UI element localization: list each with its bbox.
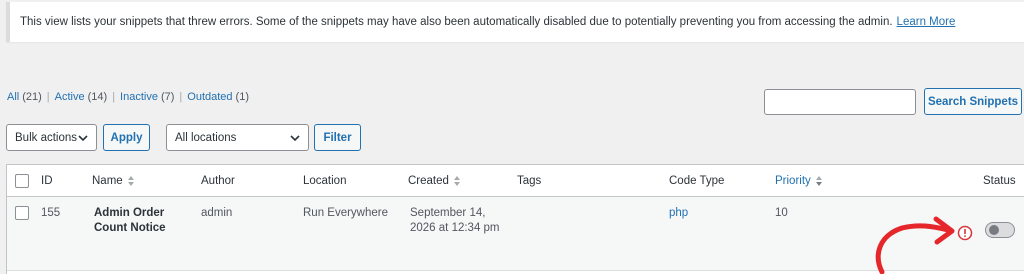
col-status: Status <box>983 175 1016 187</box>
bulk-actions-value: Bulk actions <box>15 131 78 144</box>
apply-button[interactable]: Apply <box>103 124 150 151</box>
chevron-down-icon <box>78 134 88 141</box>
row-location: Run Everywhere <box>303 207 389 219</box>
filter-inactive-count: (7) <box>160 91 175 103</box>
col-code-type: Code Type <box>669 175 725 187</box>
pointer-arrow-icon <box>875 216 955 274</box>
separator: | <box>46 91 50 103</box>
col-name[interactable]: Name <box>92 175 135 187</box>
row-name-line1: Admin Order <box>94 207 165 219</box>
learn-more-link[interactable]: Learn More <box>897 16 956 28</box>
row-checkbox[interactable] <box>15 206 29 220</box>
table-header: ID Name Author Location Created Tags Cod… <box>7 165 1024 197</box>
separator: | <box>179 91 183 103</box>
col-location: Location <box>303 175 347 187</box>
row-created-line1: September 14, <box>410 207 486 219</box>
bulk-actions-select[interactable]: Bulk actions <box>6 124 97 151</box>
row-code-type[interactable]: php <box>669 206 688 221</box>
row-created-line2: 2026 at 12:34 pm <box>410 222 500 234</box>
row-name[interactable]: Admin Order Count Notice <box>94 206 166 236</box>
search-input[interactable] <box>764 89 916 115</box>
locations-value: All locations <box>175 131 237 144</box>
col-created[interactable]: Created <box>408 175 461 187</box>
filter-outdated-count: (1) <box>235 91 249 103</box>
error-info-icon[interactable] <box>956 224 974 242</box>
row-priority: 10 <box>775 207 788 219</box>
errors-notice: This view lists your snippets that threw… <box>6 2 1024 42</box>
col-author: Author <box>201 175 235 187</box>
search-snippets-button[interactable]: Search Snippets <box>924 88 1022 115</box>
filter-active-count: (14) <box>87 91 108 103</box>
col-priority[interactable]: Priority <box>775 175 823 187</box>
filter-button[interactable]: Filter <box>314 124 361 151</box>
status-toggle[interactable] <box>985 222 1015 238</box>
row-id: 155 <box>41 207 61 219</box>
col-tags: Tags <box>517 175 542 187</box>
chevron-down-icon <box>290 134 300 141</box>
col-created-label: Created <box>408 175 449 188</box>
sort-icon <box>815 176 822 186</box>
filter-all-link[interactable]: All <box>7 91 19 103</box>
sort-icon <box>127 176 134 186</box>
filter-active-link[interactable]: Active <box>55 91 85 103</box>
row-name-line2: Count Notice <box>94 222 166 234</box>
select-all-checkbox[interactable] <box>15 174 29 188</box>
toggle-knob <box>989 225 999 235</box>
separator: | <box>112 91 116 103</box>
locations-select[interactable]: All locations <box>166 124 309 151</box>
col-id: ID <box>41 175 53 187</box>
status-filter-links: All (21) | Active (14) | Inactive (7) | Out… <box>7 91 249 103</box>
filter-all-count: (21) <box>22 91 42 103</box>
col-name-label: Name <box>92 175 123 188</box>
filter-inactive-link[interactable]: Inactive <box>120 91 158 103</box>
row-created: September 14, 2026 at 12:34 pm <box>410 206 500 236</box>
col-priority-label: Priority <box>775 175 811 188</box>
sort-icon <box>453 176 460 186</box>
row-author: admin <box>201 207 233 219</box>
filter-outdated-link[interactable]: Outdated <box>187 91 232 103</box>
notice-text: This view lists your snippets that threw… <box>20 16 893 28</box>
